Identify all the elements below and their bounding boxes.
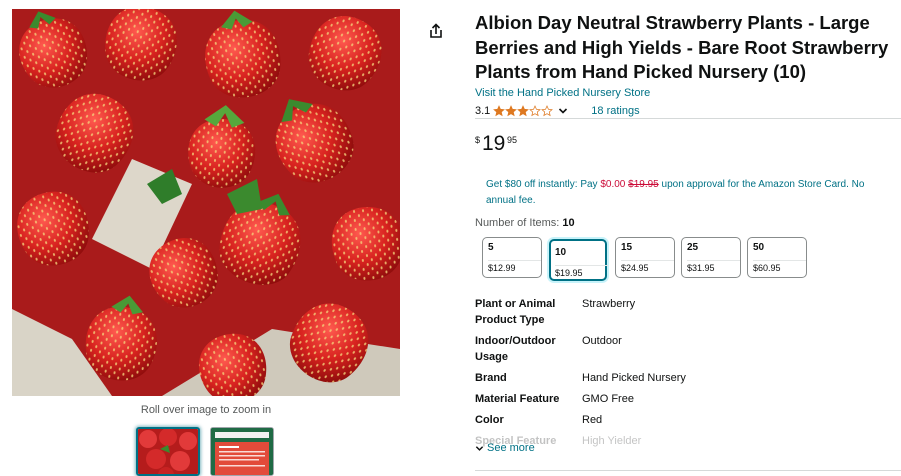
price-symbol: $ [475,135,481,145]
spec-table: Plant or Animal Product Type Strawberry In… [475,296,895,454]
swatch-count: 25 [687,242,699,253]
swatch-count: 50 [753,242,765,253]
price-fraction: 95 [507,135,518,145]
number-of-items-label: Number of Items: 10 [475,217,575,229]
spec-row: Material Feature GMO Free [475,391,895,407]
spec-row: Special Feature High Yielder [475,433,895,449]
chevron-down-icon[interactable] [558,106,568,116]
spec-value: Hand Picked Nursery [582,372,686,384]
spec-value: Strawberry [582,298,636,310]
store-card-promo[interactable]: Get $80 off instantly: Pay $0.00 $19.95 … [486,177,896,209]
promo-strike-price: $19.95 [628,179,659,190]
swatch-price: $24.95 [621,260,674,273]
swatch-5-items[interactable]: 5 $12.99 [482,237,542,278]
rating-value: 3.1 [475,104,491,117]
spec-value: Red [582,414,603,426]
star-rating[interactable] [493,104,554,117]
rating-row: 3.1 18 ratings [475,103,640,118]
spec-key: Color [475,414,504,426]
spec-row: Color Red [475,412,895,428]
divider [475,470,901,471]
chevron-down-icon [475,445,484,451]
swatch-price: $60.95 [753,260,806,273]
main-product-image[interactable] [12,9,400,396]
price-whole: 19 [482,132,506,155]
store-link[interactable]: Visit the Hand Picked Nursery Store [475,87,650,99]
zoom-hint: Roll over image to zoom in [140,404,272,416]
spec-value: Outdoor [582,335,622,347]
option-label: Number of Items: [475,217,563,229]
see-more-label: See more [487,442,535,454]
swatch-15-items[interactable]: 15 $24.95 [615,237,675,278]
promo-text-pre: Get $80 off instantly: Pay [486,179,601,190]
swatch-price: $19.95 [555,265,608,278]
swatch-count: 5 [488,242,494,253]
swatch-count: 15 [621,242,633,253]
star-filled-icon [493,104,506,116]
spec-value: High Yielder [582,435,642,447]
swatch-50-items[interactable]: 50 $60.95 [747,237,807,278]
strawberries-photo [12,9,400,396]
ratings-count-link[interactable]: 18 ratings [591,105,639,117]
option-selected-value: 10 [562,217,575,229]
swatch-price: $31.95 [687,260,740,273]
thumbnail-info-sheet-image [211,428,273,475]
spec-row: Plant or Animal Product Type Strawberry [475,296,895,328]
swatch-10-items[interactable]: 10 $19.95 [549,239,608,281]
spec-key: Indoor/Outdoor Usage [475,335,556,363]
spec-key: Plant or Animal Product Type [475,298,556,326]
star-empty-icon [529,104,542,116]
swatch-price: $12.99 [488,260,541,273]
divider [475,118,901,119]
spec-row: Indoor/Outdoor Usage Outdoor [475,333,895,365]
thumbnail-info-sheet[interactable] [210,427,274,476]
spec-value: GMO Free [582,393,634,405]
spec-key: Material Feature [475,393,560,405]
share-icon[interactable] [427,22,445,40]
product-title: Albion Day Neutral Strawberry Plants - L… [475,12,889,82]
spec-key: Brand [475,372,507,384]
spec-row: Brand Hand Picked Nursery [475,370,895,386]
thumbnail-strawberries[interactable] [136,427,200,476]
see-more-link[interactable]: See more [475,442,535,454]
promo-pay-amount: $0.00 [600,179,626,190]
thumbnail-strawberries-image [138,429,198,474]
swatch-count: 10 [555,247,567,258]
swatch-25-items[interactable]: 25 $31.95 [681,237,741,278]
star-filled-icon [517,104,530,116]
star-filled-icon [505,104,518,116]
star-empty-icon [541,104,554,116]
